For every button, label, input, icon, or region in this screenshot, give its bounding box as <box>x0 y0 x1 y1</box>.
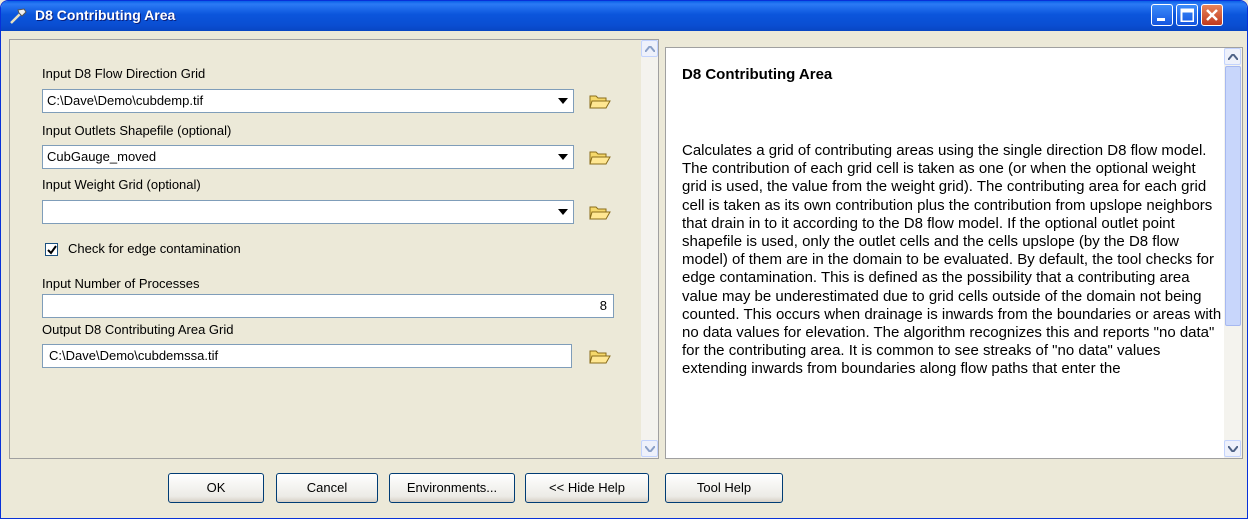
window-title: D8 Contributing Area <box>35 7 176 23</box>
hide-help-button[interactable]: << Hide Help <box>525 473 649 503</box>
folder-open-icon <box>589 151 611 165</box>
processes-input[interactable]: 8 <box>42 294 614 318</box>
edge-contamination-label: Check for edge contamination <box>68 241 241 256</box>
weight-grid-label: Input Weight Grid (optional) <box>42 177 201 192</box>
flow-direction-label: Input D8 Flow Direction Grid <box>42 66 206 81</box>
flow-direction-combo[interactable]: C:\Dave\Demo\cubdemp.tif <box>42 89 574 113</box>
outlets-browse-button[interactable] <box>585 143 615 171</box>
scroll-down-icon <box>1228 446 1238 452</box>
folder-open-icon <box>589 95 611 109</box>
close-icon <box>1206 9 1218 21</box>
close-button[interactable] <box>1201 4 1223 26</box>
processes-value: 8 <box>599 298 607 313</box>
help-title: D8 Contributing Area <box>682 66 833 83</box>
flow-direction-browse-button[interactable] <box>585 87 615 115</box>
weight-grid-combo[interactable] <box>42 200 574 224</box>
ok-button[interactable]: OK <box>168 473 264 503</box>
scroll-up-button[interactable] <box>641 40 658 57</box>
scroll-down-button[interactable] <box>641 440 658 457</box>
scroll-up-button[interactable] <box>1224 48 1241 65</box>
processes-label: Input Number of Processes <box>42 276 200 291</box>
output-value: C:\Dave\Demo\cubdemssa.tif <box>49 348 219 363</box>
maximize-icon <box>1180 8 1194 22</box>
title-bar[interactable]: D8 Contributing Area <box>1 1 1247 31</box>
minimize-icon <box>1157 18 1165 21</box>
parameters-scrollbar[interactable] <box>641 40 658 458</box>
scroll-down-button[interactable] <box>1224 440 1241 457</box>
dialog-window: D8 Contributing Area Input D8 Flow Direc… <box>0 0 1248 519</box>
minimize-button[interactable] <box>1151 4 1173 26</box>
output-browse-button[interactable] <box>585 342 615 370</box>
environments-button[interactable]: Environments... <box>389 473 515 503</box>
parameters-pane: Input D8 Flow Direction Grid C:\Dave\Dem… <box>9 39 659 459</box>
help-scrollbar[interactable] <box>1224 48 1242 458</box>
scroll-down-icon <box>645 446 655 452</box>
maximize-button[interactable] <box>1176 4 1198 26</box>
folder-open-icon <box>589 350 611 364</box>
output-label: Output D8 Contributing Area Grid <box>42 322 234 337</box>
flow-direction-value: C:\Dave\Demo\cubdemp.tif <box>47 93 204 108</box>
outlets-value: CubGauge_moved <box>47 149 157 164</box>
dropdown-arrow-icon[interactable] <box>554 91 572 111</box>
help-pane: D8 Contributing Area Calculates a grid o… <box>665 47 1243 459</box>
dropdown-arrow-icon[interactable] <box>554 202 572 222</box>
tool-help-button[interactable]: Tool Help <box>665 473 783 503</box>
cancel-button[interactable]: Cancel <box>276 473 378 503</box>
hammer-icon <box>9 7 29 25</box>
edge-contamination-checkbox[interactable] <box>45 243 58 256</box>
help-body: Calculates a grid of contributing areas … <box>682 142 1222 378</box>
dropdown-arrow-icon[interactable] <box>554 147 572 167</box>
scroll-thumb[interactable] <box>1225 66 1241 326</box>
outlets-combo[interactable]: CubGauge_moved <box>42 145 574 169</box>
folder-open-icon <box>589 206 611 220</box>
scroll-up-icon <box>645 46 655 52</box>
weight-grid-browse-button[interactable] <box>585 198 615 226</box>
output-input[interactable]: C:\Dave\Demo\cubdemssa.tif <box>42 344 572 368</box>
scroll-up-icon <box>1228 54 1238 60</box>
checkmark-icon <box>47 245 57 255</box>
button-row: OK Cancel Environments... << Hide Help T… <box>1 465 1247 517</box>
outlets-label: Input Outlets Shapefile (optional) <box>42 123 232 138</box>
